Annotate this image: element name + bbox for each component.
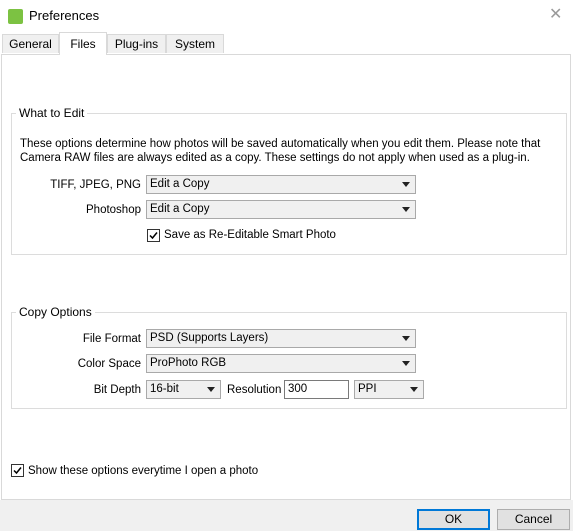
ok-button[interactable]: OK: [417, 509, 490, 530]
photoshop-label: Photoshop: [86, 204, 141, 216]
color-space-value: ProPhoto RGB: [150, 357, 227, 369]
resolution-unit-select[interactable]: PPI: [354, 380, 424, 399]
resolution-label: Resolution: [227, 384, 282, 396]
chevron-down-icon: [402, 182, 410, 187]
smart-photo-checkbox[interactable]: [147, 229, 160, 242]
description-line1: These options determine how photos will …: [20, 138, 541, 150]
show-options-label: Show these options everytime I open a ph…: [28, 465, 259, 477]
file-format-label: File Format: [82, 333, 141, 345]
color-space-label: Color Space: [77, 358, 141, 370]
photoshop-select[interactable]: Edit a Copy: [146, 200, 416, 219]
smart-photo-label: Save as Re-Editable Smart Photo: [164, 229, 336, 241]
resolution-unit-value: PPI: [358, 383, 377, 395]
photoshop-value: Edit a Copy: [150, 203, 210, 215]
checkmark-icon: [13, 467, 22, 475]
close-icon[interactable]: ✕: [549, 6, 562, 24]
color-space-select[interactable]: ProPhoto RGB: [146, 354, 416, 373]
tiff-jpeg-png-label: TIFF, JPEG, PNG: [50, 179, 141, 191]
tiff-jpeg-png-select[interactable]: Edit a Copy: [146, 175, 416, 194]
tiff-jpeg-png-value: Edit a Copy: [150, 178, 210, 190]
tab-files[interactable]: Files: [59, 32, 107, 55]
chevron-down-icon: [207, 387, 215, 392]
file-format-select[interactable]: PSD (Supports Layers): [146, 329, 416, 348]
cancel-button[interactable]: Cancel: [497, 509, 570, 530]
tab-plugins[interactable]: Plug-ins: [107, 34, 166, 53]
copy-options-title: Copy Options: [16, 305, 95, 319]
what-to-edit-title: What to Edit: [16, 106, 88, 120]
chevron-down-icon: [402, 336, 410, 341]
app-logo-icon: [8, 9, 23, 24]
chevron-down-icon: [410, 387, 418, 392]
tab-system[interactable]: System: [166, 34, 224, 53]
resolution-input[interactable]: 300: [284, 380, 349, 399]
chevron-down-icon: [402, 207, 410, 212]
bit-depth-value: 16-bit: [150, 383, 179, 395]
window-title: Preferences: [29, 8, 100, 23]
file-format-value: PSD (Supports Layers): [150, 332, 269, 344]
show-options-checkbox[interactable]: [11, 464, 24, 477]
tab-general[interactable]: General: [2, 34, 59, 53]
description-line2: Camera RAW files are always edited as a …: [20, 152, 530, 164]
chevron-down-icon: [402, 361, 410, 366]
bit-depth-label: Bit Depth: [93, 384, 141, 396]
checkmark-icon: [149, 232, 158, 240]
bit-depth-select[interactable]: 16-bit: [146, 380, 221, 399]
